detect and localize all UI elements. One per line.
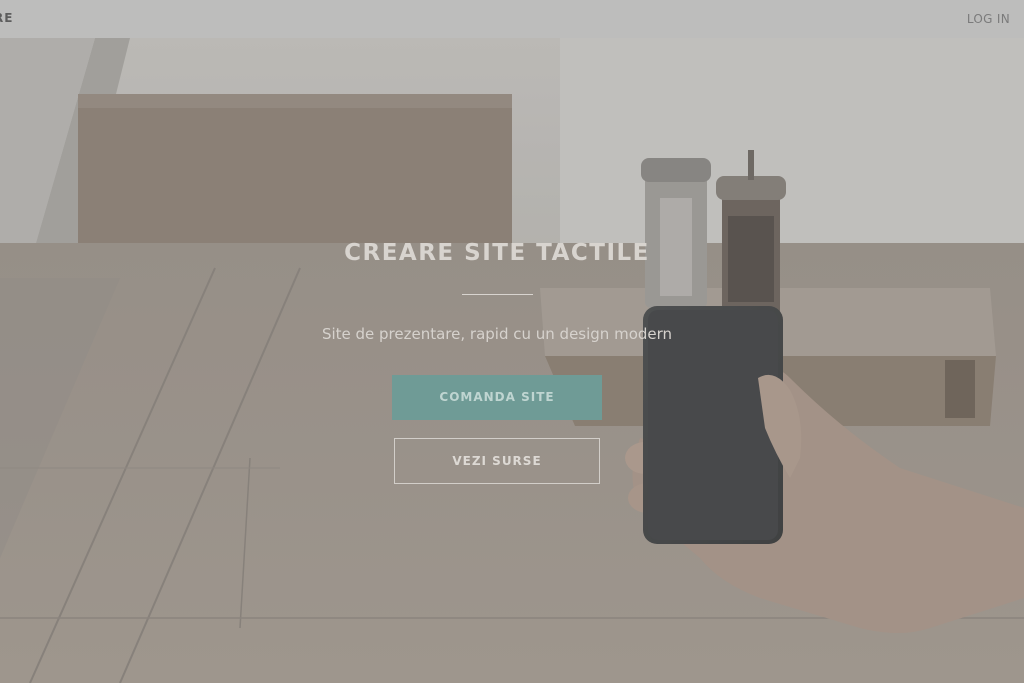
landing-page: RE LOG IN bbox=[0, 0, 1024, 683]
hero-subtitle: Site de prezentare, rapid cu un design m… bbox=[321, 325, 673, 343]
view-sources-button[interactable]: VEZI SURSE bbox=[394, 438, 600, 484]
order-site-button[interactable]: COMANDA SITE bbox=[392, 375, 602, 420]
top-navbar: RE LOG IN bbox=[0, 0, 1024, 38]
login-link[interactable]: LOG IN bbox=[967, 12, 1010, 26]
hero-section: CREARE SITE TACTILE Site de prezentare, … bbox=[0, 38, 1024, 683]
hero-divider bbox=[462, 294, 533, 295]
hero-content: CREARE SITE TACTILE Site de prezentare, … bbox=[0, 38, 1024, 683]
hero-title: CREARE SITE TACTILE bbox=[344, 240, 650, 266]
brand-logo[interactable]: RE bbox=[0, 11, 13, 25]
